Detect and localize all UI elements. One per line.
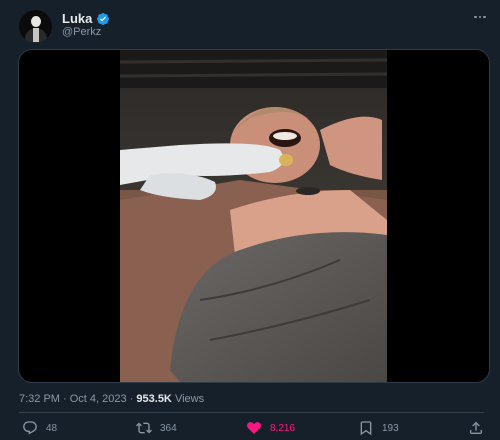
video-player[interactable] (18, 49, 490, 383)
share-icon (470, 421, 482, 434)
views-label: Views (171, 393, 205, 405)
video-frame[interactable] (120, 50, 387, 382)
tweet-meta: 7:32 PM · Oct 4, 2023 · 953.5K Views (19, 393, 204, 405)
share-button[interactable] (468, 420, 484, 436)
reply-count: 48 (46, 422, 58, 434)
reply-button[interactable]: 48 (22, 420, 57, 436)
heart-icon (247, 422, 261, 435)
verified-badge-icon (97, 12, 110, 25)
like-count: 8,216 (270, 422, 296, 434)
author-name-row: Luka (62, 11, 110, 26)
like-button[interactable]: 8,216 (246, 420, 295, 436)
author-handle[interactable]: @Perkz (62, 26, 101, 38)
tweet-card: Luka @Perkz 7:32 PM · Oct 4, 2023 · 953.… (2, 2, 498, 438)
bookmark-count: 193 (382, 422, 399, 434)
more-icon (474, 15, 477, 19)
avatar[interactable] (19, 10, 52, 43)
retweet-count: 364 (160, 422, 177, 434)
retweet-button[interactable]: 364 (136, 420, 177, 436)
retweet-icon (136, 422, 152, 434)
meta-separator: · (126, 393, 137, 405)
bookmark-button[interactable]: 193 (358, 420, 399, 436)
author-display-name[interactable]: Luka (62, 11, 92, 26)
bookmark-icon (360, 421, 372, 436)
reply-icon (23, 421, 37, 435)
tweet-timestamp[interactable]: 7:32 PM · Oct 4, 2023 (19, 393, 127, 405)
divider (19, 412, 484, 413)
views-count: 953.5K (136, 393, 172, 405)
more-options-button[interactable] (472, 10, 488, 24)
